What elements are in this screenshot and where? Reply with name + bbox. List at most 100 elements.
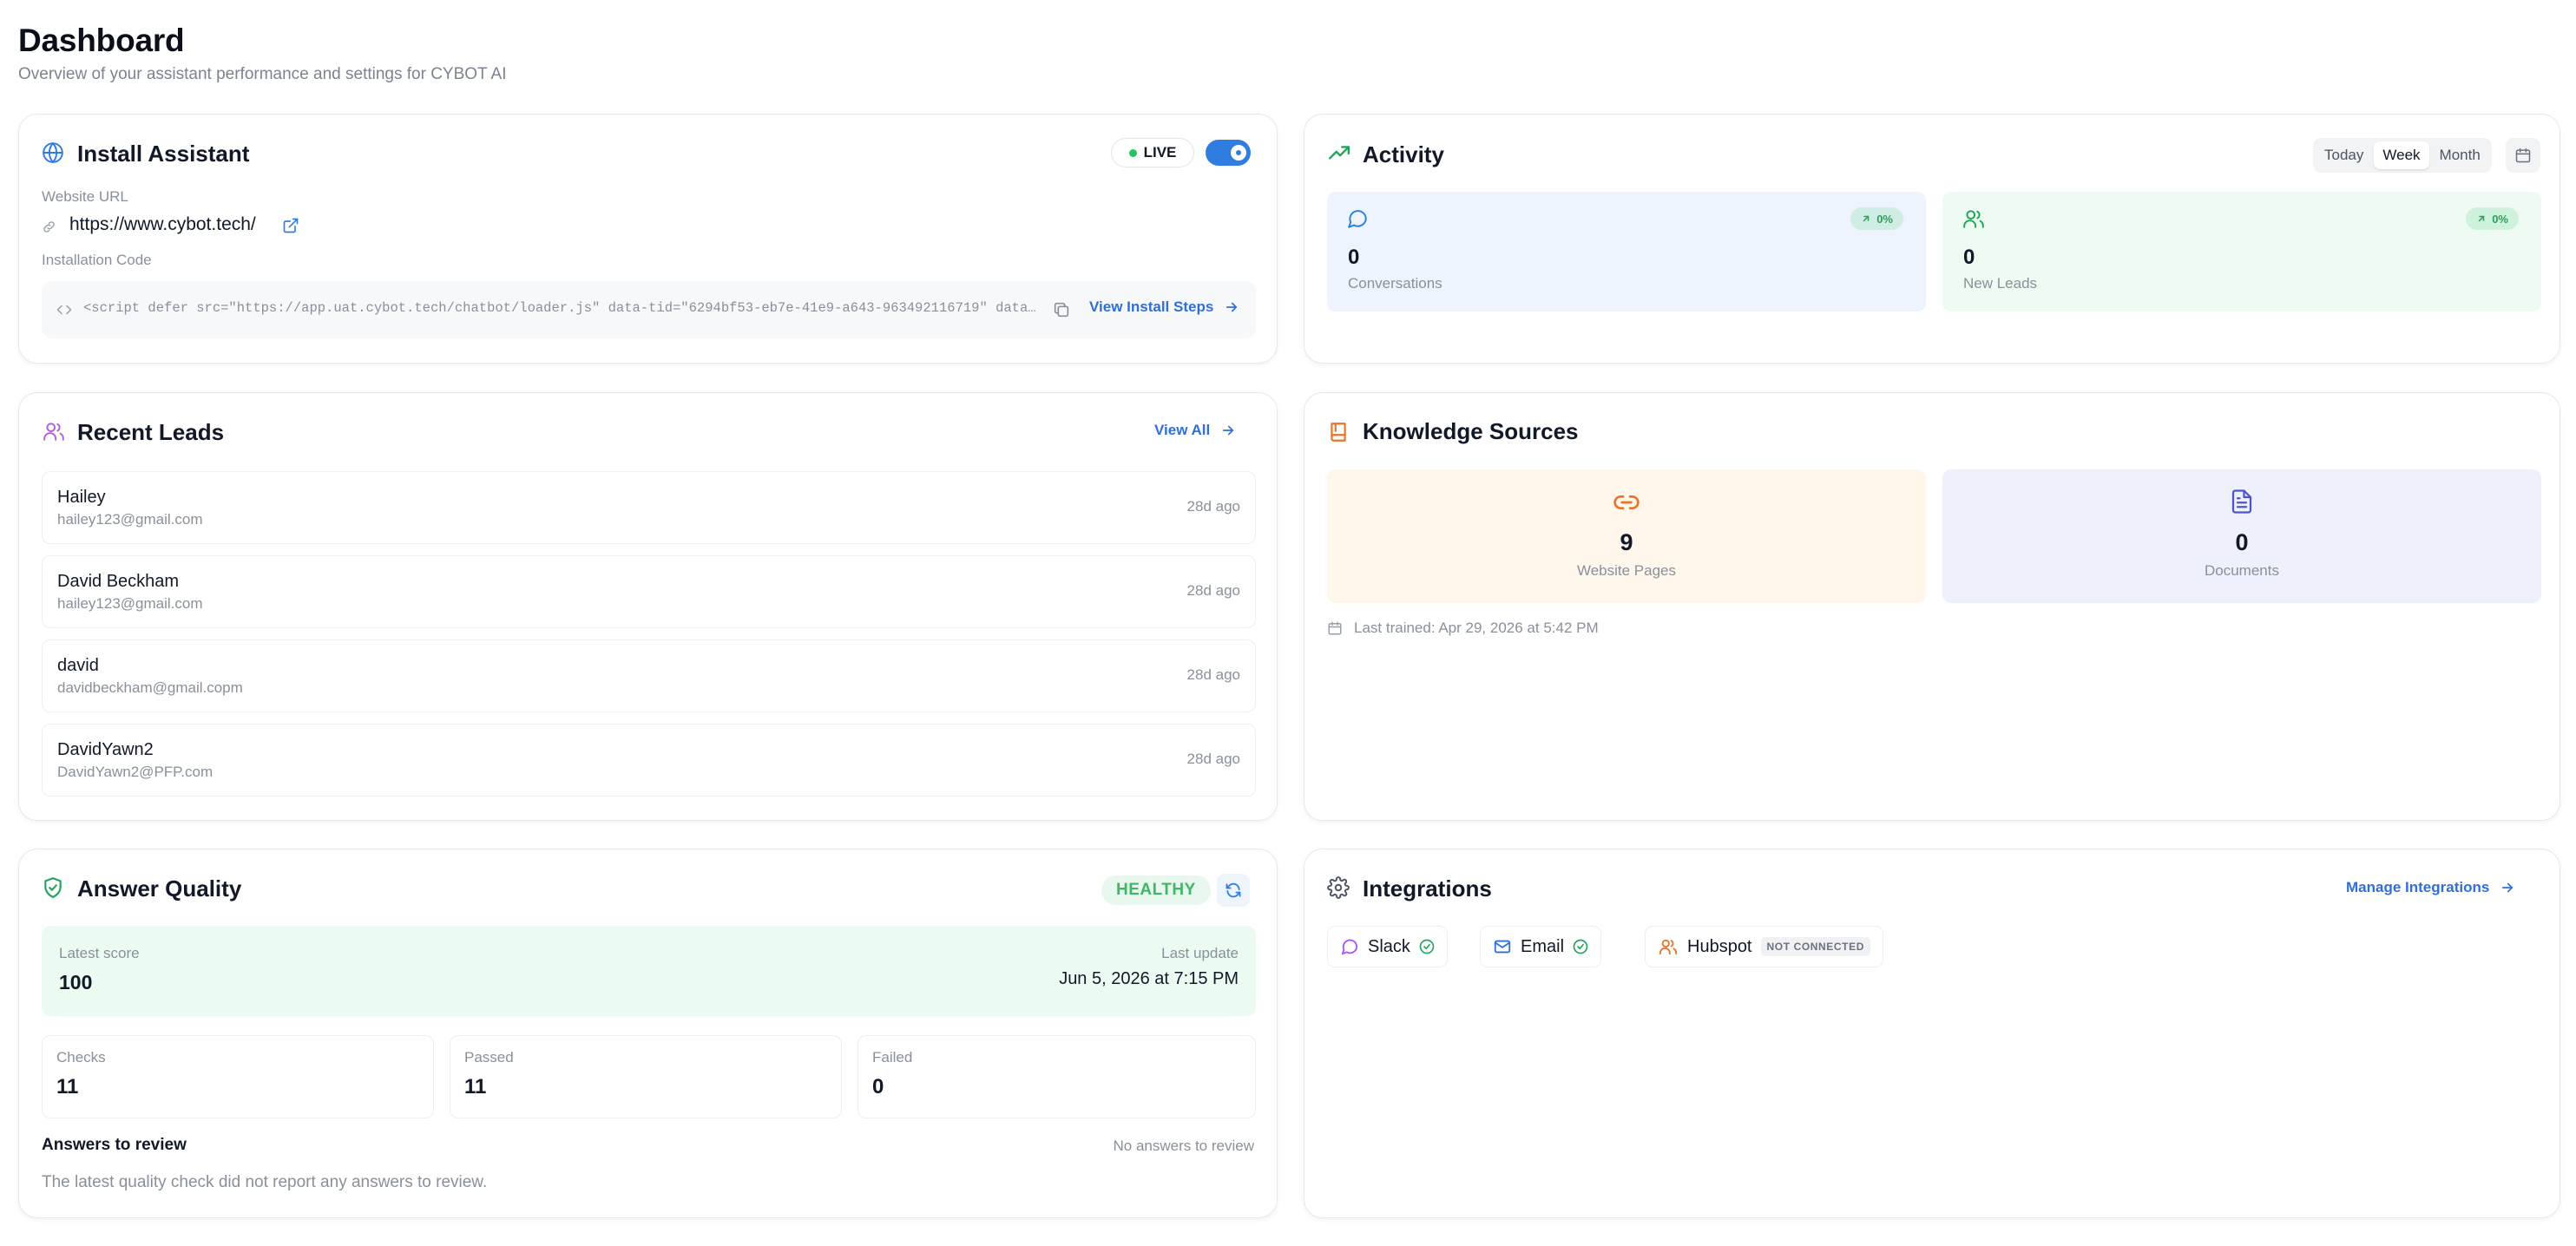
users-icon [1659,939,1678,955]
installation-code: <script defer src="https://app.uat.cybot… [83,300,1040,316]
recent-leads-card: Recent Leads View All Hailey hailey123@g… [18,392,1278,821]
link-icon [43,221,55,233]
integrations-card: Integrations Manage Integrations Slack E… [1304,849,2560,1218]
last-update-value: Jun 5, 2026 at 7:15 PM [1059,969,1239,988]
check-circle-icon [1573,939,1588,954]
manage-integrations-link[interactable]: Manage Integrations [2346,879,2515,896]
live-status-badge: LIVE [1111,138,1194,167]
conversations-trend: 0% [1876,212,1893,226]
document-icon [2231,489,2252,514]
refresh-button[interactable] [1217,874,1250,907]
arrow-right-icon [1226,302,1238,312]
book-icon [1331,423,1346,442]
conversations-label: Conversations [1348,275,1442,292]
conversations-stat: 0% 0 Conversations [1327,192,1926,312]
range-today[interactable]: Today [2316,141,2372,169]
answer-quality-card: Answer Quality HEALTHY Latest score 100 … [18,849,1278,1218]
external-link-icon[interactable] [282,217,299,234]
live-dot-icon [1128,148,1137,157]
lead-email: DavidYawn2@PFP.com [57,764,214,780]
lead-name: David Beckham [57,572,180,591]
integration-name: Email [1521,936,1565,956]
checks-stat: Checks 11 [42,1035,434,1118]
lead-row[interactable]: david davidbeckham@gmail.copm 28d ago [42,639,1256,712]
lead-email: davidbeckham@gmail.copm [57,679,243,696]
lead-email: hailey123@gmail.com [57,595,203,612]
refresh-icon [1226,882,1241,898]
message-circle-icon [1341,939,1358,955]
globe-icon [43,141,63,164]
installation-code-box: <script defer src="https://app.uat.cybot… [42,281,1256,338]
calendar-icon [1328,621,1342,635]
website-url-label: Website URL [42,188,128,205]
installation-code-label: Installation Code [42,252,152,268]
last-update-label: Last update [1161,945,1239,961]
activity-card: Activity Today Week Month 0% 0 Conversat… [1304,114,2560,364]
integration-name: Hubspot [1687,936,1752,956]
calendar-button[interactable] [2506,138,2540,173]
website-pages-label: Website Pages [1576,562,1677,579]
new-leads-value: 0 [1963,246,1975,269]
website-pages-value: 9 [1620,529,1633,555]
quality-status-badge: HEALTHY [1101,875,1211,905]
trending-up-icon [1328,146,1350,160]
range-week[interactable]: Week [2374,141,2429,169]
answers-to-review-empty: No answers to review [1113,1138,1254,1154]
view-all-leads-link[interactable]: View All [1154,422,1236,439]
checks-label: Checks [56,1049,106,1066]
arrow-right-icon [2502,882,2514,893]
users-icon [43,423,64,441]
website-pages-stat: 9 Website Pages [1327,469,1926,603]
lead-row[interactable]: DavidYawn2 DavidYawn2@PFP.com 28d ago [42,724,1256,797]
lead-name: david [57,656,99,675]
documents-label: Documents [2205,562,2279,579]
lead-time: 28d ago [1186,666,1240,683]
live-label: LIVE [1143,144,1177,161]
install-assistant-card: Install Assistant LIVE Website URL https… [18,114,1278,364]
check-circle-icon [1419,939,1435,954]
message-circle-icon [1348,210,1367,228]
page-subtitle: Overview of your assistant performance a… [18,65,507,83]
activity-title: Activity [1363,141,1444,167]
shield-check-icon [44,877,62,898]
gear-icon [1327,876,1350,899]
calendar-icon [2515,148,2531,163]
latest-score-label: Latest score [59,945,140,961]
lead-time: 28d ago [1186,582,1240,599]
documents-stat: 0 Documents [1942,469,2541,603]
knowledge-sources-title: Knowledge Sources [1363,418,1579,444]
answers-to-review-note: The latest quality check did not report … [42,1173,488,1191]
score-summary: Latest score 100 Last update Jun 5, 2026… [42,926,1256,1016]
users-icon [1963,210,1984,228]
latest-score-value: 100 [59,971,93,994]
checks-value: 11 [56,1075,79,1098]
new-leads-trend: 0% [2492,212,2508,226]
passed-value: 11 [464,1075,487,1098]
not-connected-badge: NOT CONNECTED [1760,937,1870,956]
lead-name: Hailey [57,488,106,507]
range-month[interactable]: Month [2431,141,2489,169]
knowledge-sources-card: Knowledge Sources 9 Website Pages 0 Docu… [1304,392,2560,821]
manage-integrations-label: Manage Integrations [2346,879,2490,895]
integrations-title: Integrations [1363,875,1492,902]
failed-value: 0 [872,1075,884,1098]
assistant-live-toggle[interactable] [1206,140,1251,166]
integration-hubspot[interactable]: Hubspot NOT CONNECTED [1645,926,1883,967]
integration-slack[interactable]: Slack [1327,926,1448,967]
lead-row[interactable]: Hailey hailey123@gmail.com 28d ago [42,471,1256,544]
answer-quality-title: Answer Quality [77,875,242,902]
new-leads-label: New Leads [1963,275,2038,292]
install-title: Install Assistant [77,141,250,167]
view-install-steps-link[interactable]: View Install Steps [1089,298,1239,316]
lead-time: 28d ago [1186,751,1240,767]
page-title: Dashboard [18,23,185,58]
view-install-steps-label: View Install Steps [1089,298,1214,315]
integration-email[interactable]: Email [1480,926,1602,967]
lead-name: DavidYawn2 [57,740,154,759]
lead-row[interactable]: David Beckham hailey123@gmail.com 28d ag… [42,555,1256,628]
link-icon [1613,495,1640,509]
integration-name: Slack [1368,936,1410,956]
failed-label: Failed [872,1049,913,1066]
copy-icon[interactable] [1052,300,1071,319]
mail-icon [1494,940,1511,954]
